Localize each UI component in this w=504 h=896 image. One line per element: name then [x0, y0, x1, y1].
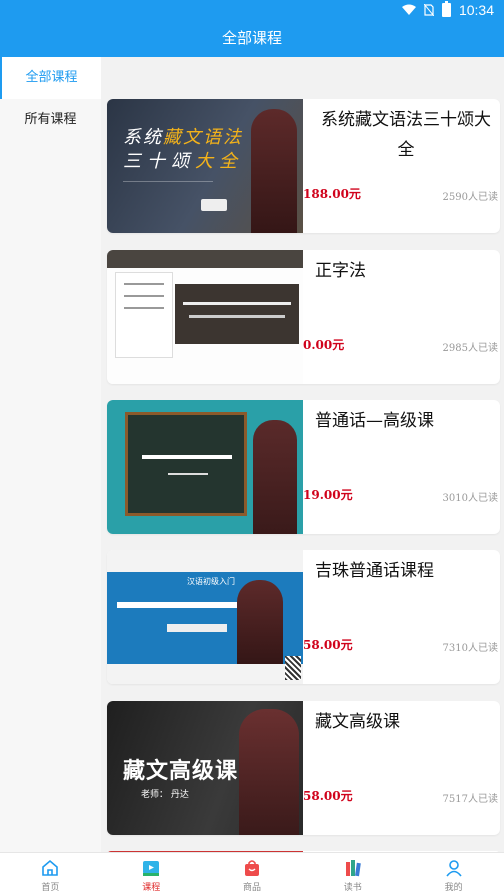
- thumb-text: 藏文高级课: [123, 759, 239, 784]
- course-title: 藏文高级课: [315, 712, 400, 732]
- course-thumbnail: 系统藏文语法 三十颂大全: [107, 99, 303, 233]
- profile-icon: [445, 860, 462, 877]
- course-title: 正字法: [315, 261, 366, 281]
- chalkboard: [125, 412, 247, 516]
- course-price: 58.00元: [303, 789, 353, 803]
- books-icon: [345, 860, 361, 877]
- teacher-photo: [253, 420, 297, 534]
- thumb-text: 系统: [123, 127, 163, 148]
- course-price: 0.00元: [303, 338, 345, 352]
- tab-label: 我的: [444, 883, 463, 893]
- sidebar-item-every-course[interactable]: 所有课程: [0, 99, 101, 141]
- wifi-icon: [401, 4, 416, 15]
- course-price: 19.00元: [303, 488, 353, 502]
- tab-shop[interactable]: 商品: [202, 853, 303, 896]
- course-title: 系统藏文语法三十颂大全: [321, 110, 491, 160]
- tab-label: 课程: [142, 883, 161, 893]
- tab-label: 商品: [242, 883, 261, 893]
- teacher-photo: [251, 109, 297, 233]
- tab-profile[interactable]: 我的: [403, 853, 504, 896]
- course-thumbnail: 藏文高级课 老师： 丹达: [107, 701, 303, 835]
- read-count: 7310人已读: [442, 643, 498, 654]
- course-card[interactable]: 系统藏文语法 三十颂大全 系统藏文语法三十颂大全 188.00元 2590人已读: [107, 99, 500, 233]
- course-title: 普通话—高级课: [315, 411, 434, 431]
- tab-label: 首页: [41, 883, 60, 893]
- thumb-text: 汉语初级入门: [187, 577, 235, 586]
- read-count: 2590人已读: [442, 192, 498, 203]
- course-price: 58.00元: [303, 638, 353, 652]
- category-sidebar: 全部课程 所有课程: [0, 57, 101, 852]
- course-list: 系统藏文语法 三十颂大全 系统藏文语法三十颂大全 188.00元 2590人已读…: [101, 57, 504, 852]
- home-icon: [42, 859, 59, 876]
- course-icon: [143, 861, 160, 876]
- read-count: 7517人已读: [442, 794, 498, 805]
- course-thumbnail: [107, 400, 303, 534]
- thumb-teacher: 老师： 丹达: [141, 790, 189, 800]
- bottom-tab-bar: 首页 课程 商品 读书 我的: [0, 852, 504, 896]
- no-sim-icon: [423, 4, 434, 16]
- tab-home[interactable]: 首页: [0, 853, 101, 896]
- course-card[interactable]: 汉语初级入门 吉珠普通话课程 58.00元 7310人已读: [107, 550, 500, 684]
- course-price: 188.00元: [303, 187, 361, 201]
- teacher-photo: [239, 709, 299, 835]
- course-thumbnail: [107, 250, 303, 384]
- shop-bag-icon: [244, 860, 259, 876]
- tab-reading[interactable]: 读书: [302, 853, 403, 896]
- qr-code-icon: [285, 656, 301, 680]
- course-card[interactable]: 藏文高级课 老师： 丹达 藏文高级课 58.00元 7517人已读: [107, 701, 500, 835]
- clock: 10:34: [458, 2, 494, 18]
- read-count: 3010人已读: [442, 493, 498, 504]
- course-thumbnail: 汉语初级入门: [107, 550, 303, 684]
- battery-icon: [441, 1, 451, 17]
- tab-courses[interactable]: 课程: [101, 853, 202, 896]
- thumb-text-highlight: 大全: [195, 151, 243, 172]
- tab-label: 读书: [343, 883, 362, 893]
- thumb-text-highlight: 藏文语法: [163, 127, 243, 148]
- status-bar: 10:34: [0, 0, 504, 20]
- read-count: 2985人已读: [442, 343, 498, 354]
- sidebar-item-all-courses[interactable]: 全部课程: [0, 57, 101, 99]
- status-icons: 10:34: [401, 1, 494, 18]
- course-card[interactable]: 普通话—高级课 19.00元 3010人已读: [107, 400, 500, 534]
- page-title: 全部课程: [0, 20, 504, 57]
- course-card[interactable]: 正字法 0.00元 2985人已读: [107, 250, 500, 384]
- thumb-text: 三十颂: [123, 151, 195, 172]
- course-title: 吉珠普通话课程: [315, 561, 434, 581]
- teacher-photo: [237, 580, 283, 664]
